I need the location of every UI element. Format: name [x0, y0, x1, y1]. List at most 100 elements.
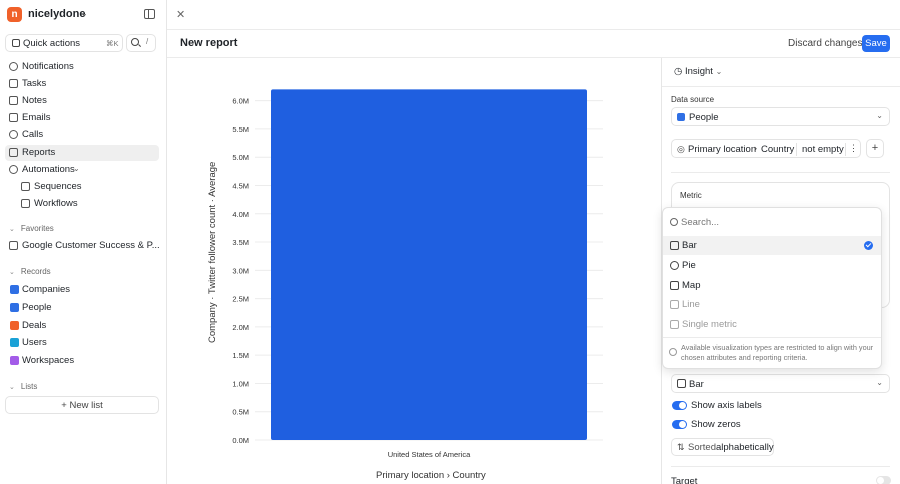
divider	[663, 337, 881, 338]
filter-condition: not empty	[802, 144, 844, 155]
people-icon	[677, 113, 685, 121]
bar-chart-icon	[677, 379, 686, 388]
data-source-select[interactable]: People ⌄	[671, 107, 890, 126]
chevron-right-icon: ›	[754, 143, 757, 153]
favorites-header[interactable]: ⌄ Favorites	[9, 224, 54, 233]
x-axis-label: Primary location › Country	[376, 470, 486, 481]
note-icon	[9, 96, 18, 105]
viz-option-line: Line	[663, 295, 881, 314]
sidebar-toggle-icon[interactable]	[144, 9, 155, 19]
info-icon	[669, 348, 677, 356]
divider	[662, 86, 900, 87]
viz-option-bar[interactable]: Bar	[663, 236, 881, 255]
sidebar-item-notifications[interactable]: Notifications	[5, 59, 159, 75]
lists-header[interactable]: ⌄ Lists	[9, 382, 37, 391]
page-title: New report	[180, 37, 238, 49]
sidebar-item-sequences[interactable]: Sequences	[17, 179, 159, 195]
search-button[interactable]: /	[126, 34, 156, 52]
favorites-header-label: Favorites	[20, 224, 54, 233]
show-zeros-toggle[interactable]	[672, 420, 687, 429]
y-tick-label: 2.0M	[232, 323, 249, 332]
visualization-value: Bar	[689, 379, 704, 390]
sidebar-item-label: Notifications	[22, 61, 74, 72]
sidebar-item-notes[interactable]: Notes	[5, 93, 159, 109]
chevron-down-icon[interactable]: ⌄	[73, 164, 80, 173]
filter-attribute: Primary location	[688, 144, 757, 155]
sidebar: n nicelydone ⌄ Quick actions ⌘K / Notifi…	[0, 0, 167, 484]
show-zeros-label: Show zeros	[691, 419, 741, 430]
sidebar-item-label: Reports	[22, 147, 56, 158]
filter-sub-attribute: Country	[761, 144, 795, 155]
sidebar-item-label: Companies	[22, 284, 71, 295]
chevron-down-icon[interactable]: ⌄	[81, 9, 88, 18]
quick-actions-button[interactable]: Quick actions ⌘K	[5, 34, 123, 52]
sidebar-item-companies[interactable]: Companies	[5, 282, 159, 298]
pie-chart-icon	[670, 261, 679, 270]
search-icon	[670, 218, 678, 226]
workspaces-icon	[10, 356, 19, 365]
viz-option-pie[interactable]: Pie	[663, 256, 881, 275]
visualization-dropdown: Bar Pie Map Line Single metric Available…	[662, 207, 882, 369]
quick-actions-label: Quick actions	[23, 38, 81, 49]
favorite-item[interactable]: Google Customer Success & P...	[5, 238, 160, 254]
quick-actions-shortcut: ⌘K	[106, 39, 119, 48]
sidebar-item-calls[interactable]: Calls	[5, 127, 159, 143]
check-icon	[864, 241, 873, 250]
chevron-down-icon: ⌄	[9, 226, 15, 233]
sidebar-item-label: Workflows	[34, 198, 78, 209]
y-tick-label: 2.5M	[232, 295, 249, 304]
data-source-label: Data source	[671, 95, 715, 104]
filter-pill[interactable]: ◎ Primary location › Country not empty ⋮	[671, 139, 861, 158]
divider	[167, 29, 900, 30]
map-icon	[670, 281, 679, 290]
sidebar-item-label: Tasks	[22, 78, 47, 89]
play-icon	[9, 165, 18, 174]
chevron-down-icon: ⌄	[9, 384, 15, 391]
report-icon	[9, 241, 18, 250]
target-toggle[interactable]	[876, 476, 891, 484]
save-button[interactable]: Save	[862, 35, 890, 52]
single-metric-icon	[670, 320, 679, 329]
show-axis-labels-toggle[interactable]	[672, 401, 687, 410]
sidebar-item-label: Emails	[22, 112, 51, 123]
discard-changes-button[interactable]: Discard changes	[788, 38, 862, 49]
people-icon	[10, 303, 19, 312]
sidebar-item-label: Deals	[22, 320, 47, 331]
sidebar-item-label: Workspaces	[22, 355, 75, 366]
y-tick-label: 0.0M	[232, 436, 249, 445]
command-icon	[12, 39, 20, 47]
sidebar-item-users[interactable]: Users	[5, 335, 159, 351]
sidebar-item-tasks[interactable]: Tasks	[5, 76, 159, 92]
bar[interactable]	[271, 89, 587, 440]
close-icon[interactable]: ✕	[176, 8, 185, 21]
sidebar-item-workflows[interactable]: Workflows	[17, 196, 159, 212]
report-chart: 0.0M 0.5M 1.0M 1.5M 2.0M 2.5M 3.0M 3.5M 4.0M 4.5M…	[167, 58, 661, 484]
check-square-icon	[9, 79, 18, 88]
add-filter-button[interactable]: +	[866, 139, 884, 158]
viz-option-label: Pie	[682, 260, 696, 271]
visualization-search-input[interactable]	[681, 215, 871, 229]
sidebar-item-emails[interactable]: Emails	[5, 110, 159, 126]
sidebar-item-automations[interactable]: Automations ⌄	[5, 162, 159, 178]
sidebar-item-people[interactable]: People	[5, 300, 159, 316]
x-tick-label: United States of America	[388, 450, 471, 459]
phone-icon	[9, 130, 18, 139]
more-icon[interactable]: ⋮	[849, 143, 858, 154]
insight-label: Insight	[684, 66, 713, 77]
workspace-logo[interactable]: n	[7, 7, 22, 22]
sidebar-item-reports[interactable]: Reports	[5, 145, 159, 161]
chevron-down-icon: ⌄	[9, 269, 15, 276]
records-header-label: Records	[20, 267, 51, 276]
sidebar-item-deals[interactable]: Deals	[5, 318, 159, 334]
y-tick-label: 3.5M	[232, 238, 249, 247]
sidebar-item-workspaces[interactable]: Workspaces	[5, 353, 159, 369]
sort-button[interactable]: ⇅ Sorted alphabetically	[671, 438, 774, 456]
visualization-restriction-note: Available visualization types are restri…	[681, 343, 874, 362]
viz-option-map[interactable]: Map	[663, 276, 881, 295]
workspace-name[interactable]: nicelydone	[28, 8, 85, 20]
new-list-button[interactable]: + New list	[5, 396, 159, 414]
insight-selector[interactable]: ◷ Insight ⌄	[674, 66, 722, 77]
visualization-select[interactable]: Bar ⌄	[671, 374, 890, 393]
divider	[671, 466, 890, 467]
records-header[interactable]: ⌄ Records	[9, 267, 51, 276]
